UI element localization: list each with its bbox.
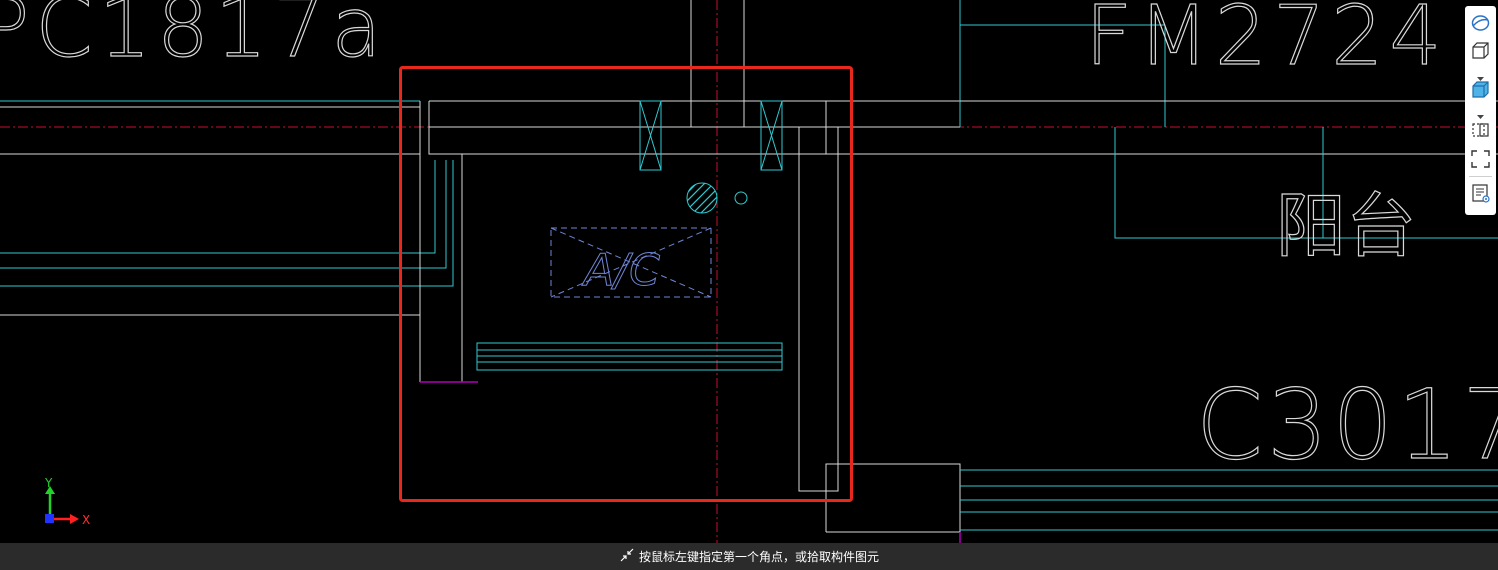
status-bar: 按鼠标左键指定第一个角点，或拾取构件图元	[0, 543, 1498, 570]
cube-shaded-icon[interactable]	[1469, 79, 1492, 101]
dropdown-arrow-icon[interactable]	[1476, 68, 1485, 81]
drawing-canvas[interactable]: A/C PC1817a FM2724 阳台 C3017 Y X	[0, 0, 1498, 543]
cube-wireframe-icon[interactable]	[1469, 40, 1492, 62]
balcony-label: 阳台	[1276, 185, 1416, 267]
collapse-arrows-icon	[620, 548, 634, 565]
ac-unit-label: A/C	[581, 245, 660, 296]
section-box-icon[interactable]	[1469, 119, 1492, 141]
window-code-label: C3017	[1196, 369, 1498, 481]
view-toolbar	[1465, 6, 1496, 215]
door-code-top-right: FM2724	[1085, 0, 1448, 84]
y-axis-label: Y	[44, 476, 53, 490]
door-code-top-left: PC1817a	[0, 0, 388, 76]
orbit-icon[interactable]	[1469, 12, 1492, 34]
fit-view-icon[interactable]	[1469, 148, 1492, 170]
x-axis-label: X	[82, 513, 90, 527]
dropdown-arrow-icon[interactable]	[1476, 106, 1485, 119]
command-prompt-text: 按鼠标左键指定第一个角点，或拾取构件图元	[639, 550, 880, 564]
properties-view-icon[interactable]	[1469, 182, 1492, 204]
